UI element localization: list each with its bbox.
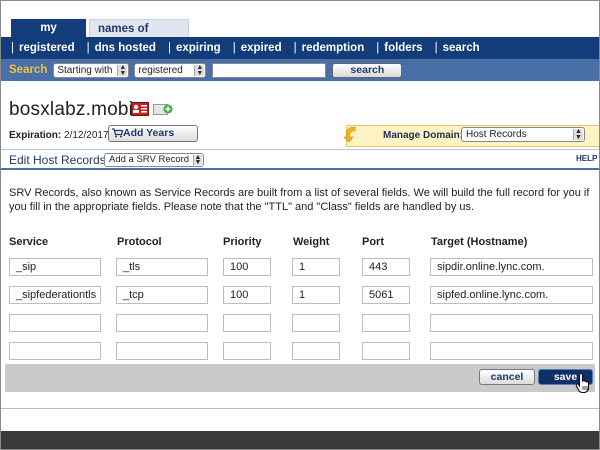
- weight-input[interactable]: [292, 314, 340, 332]
- add-years-button[interactable]: Add Years: [108, 125, 198, 142]
- service-input[interactable]: _sip: [9, 258, 101, 276]
- manage-domain-select[interactable]: Host Records ▲ ▼: [461, 127, 585, 142]
- nav-expired[interactable]: | expired: [227, 42, 288, 54]
- protocol-input[interactable]: _tcp: [116, 286, 208, 304]
- search-scope-select[interactable]: registered ▲ ▼: [134, 62, 207, 78]
- priority-input[interactable]: [223, 342, 271, 360]
- main-nav: | registered | dns hosted | expiring | expir…: [1, 37, 599, 59]
- nav-folders[interactable]: | folders: [370, 42, 428, 54]
- select-arrows-icon: ▲ ▼: [193, 154, 202, 166]
- select-arrows-icon: ▲ ▼: [194, 64, 205, 77]
- nav-registered[interactable]: | registered: [5, 42, 81, 54]
- service-input[interactable]: _sipfederationtls: [9, 286, 101, 304]
- select-arrows-icon: ▲ ▼: [117, 64, 128, 77]
- protocol-input[interactable]: [116, 342, 208, 360]
- priority-input[interactable]: 100: [223, 286, 271, 304]
- add-srv-record-select[interactable]: Add a SRV Record ▲ ▼: [104, 153, 204, 167]
- divider: [1, 408, 599, 409]
- search-mode-select[interactable]: Starting with ▲ ▼: [53, 62, 130, 78]
- weight-input[interactable]: 1: [292, 286, 340, 304]
- target-input[interactable]: sipdir.online.lync.com.: [430, 258, 593, 276]
- port-input[interactable]: 443: [362, 258, 410, 276]
- column-header-service: Service: [9, 236, 49, 248]
- nav-expiring[interactable]: | expiring: [162, 42, 227, 54]
- nav-search[interactable]: | search: [429, 42, 486, 54]
- priority-input[interactable]: 100: [223, 258, 271, 276]
- srv-description: SRV Records, also known as Service Recor…: [9, 187, 590, 213]
- column-header-weight: Weight: [293, 236, 330, 248]
- target-input[interactable]: [430, 342, 593, 360]
- protocol-input[interactable]: [116, 314, 208, 332]
- tab-my-domains[interactable]: my domains: [11, 19, 86, 52]
- expiration-date: 2/12/2017: [64, 130, 109, 141]
- domain-name: bosxlabz.mobi: [9, 99, 134, 120]
- priority-input[interactable]: [223, 314, 271, 332]
- help-link[interactable]: HELP: [576, 154, 597, 163]
- search-input[interactable]: [212, 62, 327, 78]
- return-arrow-icon: [343, 126, 356, 143]
- port-input[interactable]: [362, 342, 410, 360]
- service-input[interactable]: [9, 342, 101, 360]
- add-folder-icon[interactable]: [153, 102, 173, 116]
- expiration: Expiration: 2/12/2017: [9, 130, 109, 141]
- nav-redemption[interactable]: | redemption: [288, 42, 371, 54]
- target-input[interactable]: [430, 314, 593, 332]
- contact-card-icon[interactable]: [131, 102, 149, 116]
- hand-cursor-icon: [575, 372, 590, 394]
- column-header-protocol: Protocol: [117, 236, 162, 248]
- column-header-priority: Priority: [223, 236, 262, 248]
- weight-input[interactable]: 1: [292, 258, 340, 276]
- top-tab-bar: my domains names of interest: [1, 1, 599, 53]
- section-title: Edit Host Records: [9, 153, 106, 167]
- tab-names-of-interest[interactable]: names of interest: [89, 19, 189, 53]
- column-header-port: Port: [362, 236, 384, 248]
- target-input[interactable]: sipfed.online.lync.com.: [430, 286, 593, 304]
- search-button[interactable]: search: [332, 62, 403, 78]
- column-header-target: Target (Hostname): [431, 236, 528, 248]
- service-input[interactable]: [9, 314, 101, 332]
- cancel-button[interactable]: cancel: [479, 369, 535, 385]
- port-input[interactable]: 5061: [362, 286, 410, 304]
- weight-input[interactable]: [292, 342, 340, 360]
- cart-icon: [112, 128, 123, 138]
- nav-dns-hosted[interactable]: | dns hosted: [81, 42, 162, 54]
- manage-domain-label: Manage Domain:: [383, 130, 464, 141]
- select-arrows-icon: ▲ ▼: [573, 128, 583, 141]
- protocol-input[interactable]: _tls: [116, 258, 208, 276]
- search-bar: Search Starting with ▲ ▼ registered ▲ ▼ se…: [1, 59, 599, 81]
- port-input[interactable]: [362, 314, 410, 332]
- search-label: Search: [9, 64, 48, 76]
- bottom-bar: [1, 431, 599, 449]
